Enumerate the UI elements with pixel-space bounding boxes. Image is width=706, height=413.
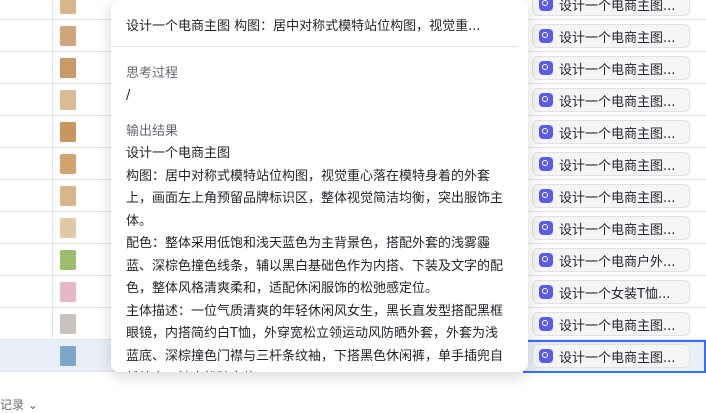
ai-result-chip[interactable]: 设计一个电商主图... bbox=[532, 56, 690, 80]
chip-label: 设计一个电商户外... bbox=[559, 254, 676, 270]
chip-label: 设计一个电商主图... bbox=[559, 126, 676, 142]
ai-result-chip[interactable]: 设计一个电商主图... bbox=[532, 24, 690, 48]
ai-icon bbox=[539, 93, 553, 107]
thumbnail-image[interactable] bbox=[60, 314, 76, 334]
popup-title: 设计一个电商主图 构图：居中对称式模特站位构图，视觉重... bbox=[126, 19, 481, 34]
ai-icon bbox=[539, 61, 553, 75]
thinking-value: / bbox=[126, 88, 131, 103]
thinking-label: 思考过程 bbox=[126, 66, 179, 81]
chip-label: 设计一个电商主图... bbox=[559, 94, 676, 110]
ai-icon bbox=[539, 189, 553, 203]
ai-icon bbox=[539, 253, 553, 267]
thumbnail-image[interactable] bbox=[60, 122, 76, 142]
thumbnail-image[interactable] bbox=[60, 90, 76, 110]
thumbnail-image[interactable] bbox=[60, 250, 76, 270]
ai-result-chip[interactable]: 设计一个电商主图... bbox=[532, 152, 690, 176]
ai-result-chip[interactable]: 设计一个电商主图... bbox=[532, 120, 690, 144]
chip-label: 设计一个电商主图... bbox=[559, 0, 676, 14]
ai-result-chip[interactable]: 设计一个电商主图... bbox=[532, 0, 690, 16]
thumbnail-image[interactable] bbox=[60, 282, 76, 302]
ai-icon bbox=[539, 317, 553, 331]
chip-label: 设计一个女装T恤... bbox=[559, 286, 671, 302]
ai-icon bbox=[539, 157, 553, 171]
active-cell-outline[interactable] bbox=[523, 340, 706, 373]
divider bbox=[111, 46, 518, 47]
chip-label: 设计一个电商主图... bbox=[559, 62, 676, 78]
ai-result-chip[interactable]: 设计一个电商主图... bbox=[532, 312, 690, 336]
ai-result-chip[interactable]: 设计一个电商主图... bbox=[532, 88, 690, 112]
chip-label: 设计一个电商主图... bbox=[559, 158, 676, 174]
output-label: 输出结果 bbox=[126, 124, 179, 139]
thumbnail-image[interactable] bbox=[60, 186, 76, 206]
record-footer[interactable]: 记录 ⌄ bbox=[0, 396, 38, 412]
chip-label: 设计一个电商主图... bbox=[559, 190, 676, 206]
chip-label: 设计一个电商主图... bbox=[559, 222, 676, 238]
thumbnail-image[interactable] bbox=[60, 154, 76, 174]
output-text[interactable]: 设计一个电商主图 构图：居中对称式模特站位构图，视觉重心落在模特身着的外套上，画… bbox=[126, 143, 506, 372]
ai-icon bbox=[539, 125, 553, 139]
cell-detail-popup[interactable]: 设计一个电商主图 构图：居中对称式模特站位构图，视觉重... 思考过程 / 输出… bbox=[111, 0, 528, 372]
thumbnail-image[interactable] bbox=[60, 0, 76, 14]
ai-result-chip[interactable]: 设计一个女装T恤... bbox=[532, 280, 690, 304]
ai-result-chip[interactable]: 设计一个电商主图... bbox=[532, 216, 690, 240]
ai-icon bbox=[539, 221, 553, 235]
chip-label: 设计一个电商主图... bbox=[559, 30, 676, 46]
thumbnail-image[interactable] bbox=[60, 58, 76, 78]
ai-result-chip[interactable]: 设计一个电商户外... bbox=[532, 248, 690, 272]
thumbnail-image[interactable] bbox=[60, 26, 76, 46]
ai-icon bbox=[539, 285, 553, 299]
ai-icon bbox=[539, 29, 553, 43]
ai-result-chip[interactable]: 设计一个电商主图... bbox=[532, 184, 690, 208]
thumbnail-image[interactable] bbox=[60, 346, 76, 366]
thumbnail-image[interactable] bbox=[60, 218, 76, 238]
chip-label: 设计一个电商主图... bbox=[559, 318, 676, 334]
ai-icon bbox=[539, 0, 553, 11]
